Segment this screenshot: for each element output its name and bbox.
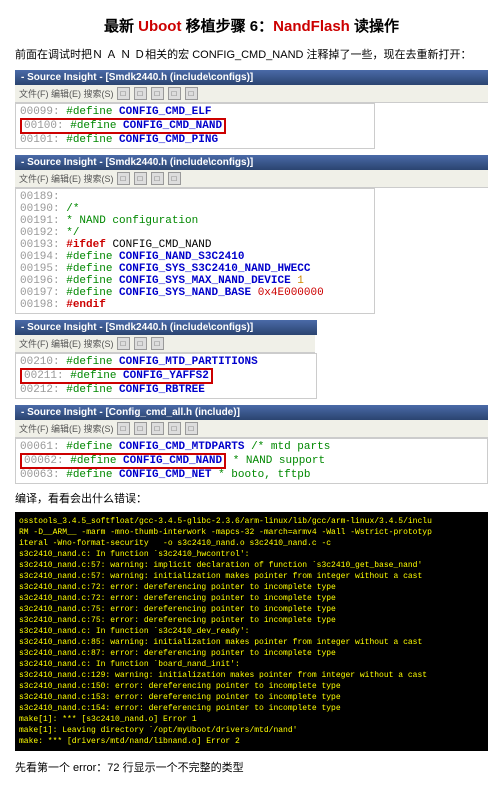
hash: #define bbox=[66, 384, 112, 396]
comment: * NAND support bbox=[233, 455, 325, 467]
menu-item[interactable]: 文件(F) 编辑(E) 搜索(S) bbox=[19, 337, 114, 350]
line-number: 00198: bbox=[20, 299, 60, 311]
hash: #define bbox=[66, 251, 112, 263]
window-title-1: - Source Insight - [Smdk2440.h (include\… bbox=[15, 70, 488, 85]
line-number: 00193: bbox=[20, 239, 60, 251]
macro: CONFIG_CMD_NAND bbox=[123, 120, 222, 132]
toolbar-1: 文件(F) 编辑(E) 搜索(S) □ □ □ □ □ bbox=[15, 85, 488, 103]
macro: CONFIG_NAND_S3C2410 bbox=[119, 251, 244, 263]
line-number: 00063: bbox=[20, 469, 60, 481]
hash: #define bbox=[66, 441, 112, 453]
line-number: 00197: bbox=[20, 287, 60, 299]
macro: CONFIG_SYS_NAND_BASE bbox=[119, 287, 251, 299]
line-number: 00212: bbox=[20, 384, 60, 396]
code-block-3: 00210: #define CONFIG_MTD_PARTITIONS 002… bbox=[15, 353, 317, 399]
menu-item[interactable]: 文件(F) 编辑(E) 搜索(S) bbox=[19, 87, 114, 100]
macro: CONFIG_SYS_S3C2410_NAND_HWECC bbox=[119, 263, 310, 275]
terminal-output: osstools_3.4.5_softfloat/gcc-3.4.5-glibc… bbox=[15, 512, 488, 751]
title-nand: NandFlash bbox=[273, 18, 350, 35]
toolbar-icon[interactable]: □ bbox=[151, 422, 164, 435]
title-uboot: Uboot bbox=[138, 18, 181, 35]
toolbar-icon[interactable]: □ bbox=[134, 87, 147, 100]
toolbar-icon[interactable]: □ bbox=[134, 172, 147, 185]
hash: #define bbox=[70, 120, 116, 132]
code-block-2: 00189: 00190: /* 00191: * NAND configura… bbox=[15, 188, 375, 314]
line-number: 00101: bbox=[20, 134, 60, 146]
window-title-4: - Source Insight - [Config_cmd_all.h (in… bbox=[15, 405, 488, 420]
title-mid: 移植步骤 6： bbox=[181, 18, 273, 35]
toolbar-3: 文件(F) 编辑(E) 搜索(S) □ □ □ bbox=[15, 335, 315, 353]
line-number: 00191: bbox=[20, 215, 60, 227]
toolbar-icon[interactable]: □ bbox=[185, 422, 198, 435]
macro: CONFIG_CMD_NAND bbox=[112, 239, 211, 251]
comment: /* mtd parts bbox=[251, 441, 330, 453]
macro: CONFIG_YAFFS2 bbox=[123, 370, 209, 382]
toolbar-icon[interactable]: □ bbox=[168, 172, 181, 185]
line-number: 00210: bbox=[20, 356, 60, 368]
toolbar-icon[interactable]: □ bbox=[117, 422, 130, 435]
line-number: 00195: bbox=[20, 263, 60, 275]
macro: CONFIG_CMD_PING bbox=[119, 134, 218, 146]
comment: /* bbox=[66, 203, 79, 215]
menu-item[interactable]: 文件(F) 编辑(E) 搜索(S) bbox=[19, 172, 114, 185]
hash: #define bbox=[66, 134, 112, 146]
macro: CONFIG_CMD_ELF bbox=[119, 106, 211, 118]
code-block-4: 00061: #define CONFIG_CMD_MTDPARTS /* mt… bbox=[15, 438, 488, 484]
hash: #define bbox=[66, 469, 112, 481]
comment: */ bbox=[66, 227, 79, 239]
hash: #define bbox=[70, 455, 116, 467]
title-post: 读操作 bbox=[350, 18, 399, 35]
line-number: 00190: bbox=[20, 203, 60, 215]
macro: CONFIG_CMD_NET bbox=[119, 469, 211, 481]
toolbar-icon[interactable]: □ bbox=[151, 337, 164, 350]
toolbar-icon[interactable]: □ bbox=[117, 337, 130, 350]
code-block-1: 00099: #define CONFIG_CMD_ELF 00100: #de… bbox=[15, 103, 375, 149]
line-number: 00196: bbox=[20, 275, 60, 287]
hash: #define bbox=[66, 287, 112, 299]
toolbar-icon[interactable]: □ bbox=[151, 172, 164, 185]
hash: #define bbox=[66, 356, 112, 368]
window-title-2: - Source Insight - [Smdk2440.h (include\… bbox=[15, 155, 488, 170]
hash: #define bbox=[66, 106, 112, 118]
number: 1 bbox=[297, 275, 304, 287]
macro: CONFIG_SYS_MAX_NAND_DEVICE bbox=[119, 275, 291, 287]
toolbar-icon[interactable]: □ bbox=[168, 87, 181, 100]
line-number: 00189: bbox=[20, 191, 60, 203]
toolbar-4: 文件(F) 编辑(E) 搜索(S) □ □ □ □ □ bbox=[15, 420, 488, 438]
hex: 0x4E000000 bbox=[258, 287, 324, 299]
comment: * NAND configuration bbox=[66, 215, 198, 227]
macro: CONFIG_CMD_NAND bbox=[123, 455, 222, 467]
toolbar-icon[interactable]: □ bbox=[151, 87, 164, 100]
title-text: 最新 bbox=[104, 18, 138, 35]
page-title: 最新 Uboot 移植步骤 6：NandFlash 读操作 bbox=[15, 15, 488, 36]
macro: CONFIG_CMD_MTDPARTS bbox=[119, 441, 244, 453]
hash: #define bbox=[66, 275, 112, 287]
toolbar-icon[interactable]: □ bbox=[117, 87, 130, 100]
line-number: 00099: bbox=[20, 106, 60, 118]
hash: #define bbox=[70, 370, 116, 382]
toolbar-icon[interactable]: □ bbox=[117, 172, 130, 185]
line-number: 00192: bbox=[20, 227, 60, 239]
bottom-text: 先看第一个 error：72 行显示一个不完整的类型 bbox=[15, 759, 488, 775]
toolbar-icon[interactable]: □ bbox=[134, 422, 147, 435]
ifdef: #ifdef bbox=[66, 239, 106, 251]
toolbar-2: 文件(F) 编辑(E) 搜索(S) □ □ □ □ bbox=[15, 170, 488, 188]
hash: #define bbox=[66, 263, 112, 275]
line-number: 00061: bbox=[20, 441, 60, 453]
toolbar-icon[interactable]: □ bbox=[168, 422, 181, 435]
compile-text: 编译，看看会出什么错误： bbox=[15, 490, 488, 506]
window-title-3: - Source Insight - [Smdk2440.h (include\… bbox=[15, 320, 317, 335]
line-number: 00100: bbox=[24, 120, 64, 132]
toolbar-icon[interactable]: □ bbox=[134, 337, 147, 350]
line-number: 00211: bbox=[24, 370, 64, 382]
intro-text: 前面在调试时把Ｎ Ａ Ｎ Ｄ相关的宏 CONFIG_CMD_NAND 注释掉了一… bbox=[15, 46, 488, 62]
toolbar-icon[interactable]: □ bbox=[185, 87, 198, 100]
line-number: 00062: bbox=[24, 455, 64, 467]
comment: * booto, tftpb bbox=[218, 469, 310, 481]
macro: CONFIG_RBTREE bbox=[119, 384, 205, 396]
line-number: 00194: bbox=[20, 251, 60, 263]
macro: CONFIG_MTD_PARTITIONS bbox=[119, 356, 258, 368]
menu-item[interactable]: 文件(F) 编辑(E) 搜索(S) bbox=[19, 422, 114, 435]
endif: #endif bbox=[66, 299, 106, 311]
